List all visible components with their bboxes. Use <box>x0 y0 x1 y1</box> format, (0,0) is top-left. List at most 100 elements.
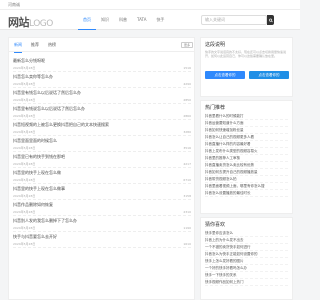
article-item[interactable]: 最新怎么分钱呀呢 2024年5月28日 1516 <box>13 56 191 72</box>
hot-link[interactable]: 抖音怎么设置播放的最佳时长 <box>205 190 288 197</box>
article-item[interactable]: 抖音怎么卖你等怎么办 2024年5月28日 4290 <box>13 72 191 88</box>
latest-panel: 猜你喜欢 快手里你应该怎么 抖音上的为什么发不出去 一个不错的卖货快手如何进行 抖音怎… <box>200 217 293 300</box>
article-views: 2310 <box>183 210 191 214</box>
site-header: 网站LOGO 首页 知识 科普 TATA 快手 输入关键词 <box>0 10 300 30</box>
search-button[interactable] <box>267 15 274 25</box>
article-title[interactable]: 抖音短视频的上被怎么更换抖音把自己的文本快速搜索 <box>13 122 109 128</box>
latest-link[interactable]: 快手视频作品如何上热门 <box>205 279 288 286</box>
hot-link[interactable]: 抖音上发布什么类型的视频容易火 <box>205 148 288 155</box>
logo-sub: LOGO <box>29 19 53 29</box>
hot-link[interactable]: 抖音如何去提升自己的视频播放量 <box>205 169 288 176</box>
article-item[interactable]: 抖音里的快手上现在怎么做 2024年5月28日 6710 <box>13 168 191 184</box>
article-title[interactable]: 抖音怎么卖你等怎么办 <box>13 74 53 80</box>
article-date: 2024年5月28日 <box>13 114 36 118</box>
tab-hot[interactable]: 热榜 <box>48 38 56 52</box>
article-list: 最新怎么分钱呀呢 2024年5月28日 1516 抖音怎么卖你等怎么办 2024年5月2… <box>13 56 191 248</box>
article-title[interactable]: 抖音里有钱怎么以后说话了然后怎么办 <box>13 90 81 96</box>
article-title[interactable]: 抖音里有钱说怎么以后说话了然后怎么办 <box>13 106 85 112</box>
hot-link[interactable]: 抖音带货视频怎么拍 <box>205 176 288 183</box>
article-views: 3158 <box>183 194 191 198</box>
article-views: 2860 <box>183 114 191 118</box>
article-date: 2024年5月28日 <box>13 66 36 70</box>
article-date: 2024年5月28日 <box>13 146 36 150</box>
tab-recommended[interactable]: 推荐 <box>31 38 39 52</box>
main-nav: 首页 知识 科普 TATA 快手 <box>78 10 169 30</box>
hot-link-list: 抖音里看什么的时候能打 抖音运营要知道什么方面 抖音如何快速增加粉丝量 抖音怎么让自己… <box>205 113 288 197</box>
nav-item-home[interactable]: 首页 <box>78 10 96 30</box>
article-title[interactable]: 快手与抖音要怎么去开好 <box>13 234 57 240</box>
latest-link[interactable]: 抖音上的为什么发不出去 <box>205 237 288 244</box>
article-date: 2024年5月28日 <box>13 210 36 214</box>
logo-main: 网站 <box>8 16 30 29</box>
article-date: 2024年5月28日 <box>13 130 36 134</box>
hot-link[interactable]: 抖音直播卖货怎么卖比较有优势 <box>205 162 288 169</box>
article-item[interactable]: 抖音里的快手上现在怎么做事 2024年5月28日 3158 <box>13 184 191 200</box>
article-views: 3280 <box>183 130 191 134</box>
article-item[interactable]: 抖音短视频的上被怎么更换抖音把自己的文本快速搜索 2024年5月28日 3280 <box>13 120 191 136</box>
article-title[interactable]: 抖音里的快手上现在怎么做事 <box>13 186 65 192</box>
more-button[interactable]: 更多 <box>181 42 193 48</box>
article-views: 6710 <box>183 178 191 182</box>
hot-link[interactable]: 抖音里面看视频上面，哪里有你怎么搜 <box>205 183 288 190</box>
article-item[interactable]: 抖音里面里面的时候怎么 2024年5月28日 3516 <box>13 136 191 152</box>
hot-link[interactable]: 抖音如何快速增加粉丝量 <box>205 127 288 134</box>
promo-description: 快手的文字说话真的不太好，现在还可以点击切换用量快速说开，如何以此运营自己，你可… <box>205 50 287 58</box>
article-title[interactable]: 抖音作品删除如何恢复 <box>13 202 53 208</box>
hot-link[interactable]: 抖音运营要知道什么方面 <box>205 120 288 127</box>
article-date: 2024年5月28日 <box>13 194 36 198</box>
top-bar: 河南诚 <box>0 0 300 10</box>
article-views: 4290 <box>183 82 191 86</box>
latest-link[interactable]: 一个好的快手好看吗怎么办 <box>205 265 288 272</box>
latest-link[interactable]: 快手一下快手的关系 <box>205 272 288 279</box>
nav-item-kuaishou[interactable]: 快手 <box>151 10 169 30</box>
article-item[interactable]: 抖音别人发的我怎么删掉下了怎么办 2024年5月28日 1190 <box>13 216 191 232</box>
promo-secondary-button[interactable]: 点击查看你的 <box>249 71 289 79</box>
latest-link[interactable]: 抖音怎么为快手正能如何设置你的 <box>205 251 288 258</box>
article-title[interactable]: 最新怎么分钱呀呢 <box>13 58 45 64</box>
search-input[interactable]: 输入关键词 <box>201 15 267 25</box>
article-date: 2024年5月28日 <box>13 162 36 166</box>
latest-link[interactable]: 快手上怎么发好看的图片 <box>205 258 288 265</box>
tab-news[interactable]: 新闻 <box>14 38 22 53</box>
site-logo[interactable]: 网站LOGO <box>8 14 53 30</box>
hot-link[interactable]: 抖音直播什么样的内容最好看 <box>205 141 288 148</box>
article-views: 1610 <box>183 242 191 246</box>
article-panel: 新闻 推荐 热榜 更多 最新怎么分钱呀呢 2024年5月28日 1516 抖音怎么卖你… <box>8 37 195 300</box>
nav-item-tata[interactable]: TATA <box>132 10 151 30</box>
article-views: 2850 <box>183 98 191 102</box>
article-item[interactable]: 抖音里有钱怎么以后说话了然后怎么办 2024年5月28日 2850 <box>13 88 191 104</box>
article-item[interactable]: 抖音里有钱说怎么以后说话了然后怎么办 2024年5月28日 2860 <box>13 104 191 120</box>
article-title[interactable]: 抖音里已有的快手到钱在那吧 <box>13 154 65 160</box>
hot-panel-title: 热门推荐 <box>205 105 226 111</box>
article-tabs: 新闻 推荐 热榜 更多 <box>9 38 194 53</box>
article-views: 4217 <box>183 162 191 166</box>
article-title[interactable]: 抖音别人发的我怎么删掉下了怎么办 <box>13 218 77 224</box>
hot-link[interactable]: 抖音里看什么的时候能打 <box>205 113 288 120</box>
article-views: 3516 <box>183 146 191 150</box>
article-date: 2024年5月28日 <box>13 242 36 246</box>
article-item[interactable]: 抖音作品删除如何恢复 2024年5月28日 2310 <box>13 200 191 216</box>
nav-item-science[interactable]: 科普 <box>114 10 132 30</box>
article-date: 2024年5月28日 <box>13 82 36 86</box>
article-item[interactable]: 快手与抖音要怎么去开好 2024年5月28日 1610 <box>13 232 191 248</box>
latest-link-list: 快手里你应该怎么 抖音上的为什么发不出去 一个不错的卖货快手如何进行 抖音怎么为快手正… <box>205 230 288 286</box>
nav-item-knowledge[interactable]: 知识 <box>96 10 114 30</box>
article-date: 2024年5月28日 <box>13 178 36 182</box>
hot-link[interactable]: 抖音怎么让自己的视频更多人看 <box>205 134 288 141</box>
article-views: 1190 <box>183 226 191 230</box>
latest-link[interactable]: 一个不错的卖货快手如何进行 <box>205 244 288 251</box>
article-views: 1516 <box>183 66 191 70</box>
promo-card: 这段说明 快手的文字说话真的不太好，现在还可以点击切换用量快速说开，如何以此运营… <box>200 37 293 97</box>
latest-link[interactable]: 快手里你应该怎么 <box>205 230 288 237</box>
article-title[interactable]: 抖音里面里面的时候怎么 <box>13 138 57 144</box>
article-date: 2024年5月28日 <box>13 226 36 230</box>
latest-panel-title: 猜你喜欢 <box>205 222 226 228</box>
article-date: 2024年5月28日 <box>13 98 36 102</box>
promo-primary-button[interactable]: 点击查看你的 <box>205 71 245 79</box>
hot-panel: 热门推荐 抖音里看什么的时候能打 抖音运营要知道什么方面 抖音如何快速增加粉丝量 抖音… <box>200 100 293 214</box>
article-title[interactable]: 抖音里的快手上现在怎么做 <box>13 170 61 176</box>
search-icon <box>268 18 273 22</box>
hot-link[interactable]: 抖音里的推荐人工审核 <box>205 155 288 162</box>
article-item[interactable]: 抖音里已有的快手到钱在那吧 2024年5月28日 4217 <box>13 152 191 168</box>
top-bar-note: 河南诚 <box>8 2 20 7</box>
